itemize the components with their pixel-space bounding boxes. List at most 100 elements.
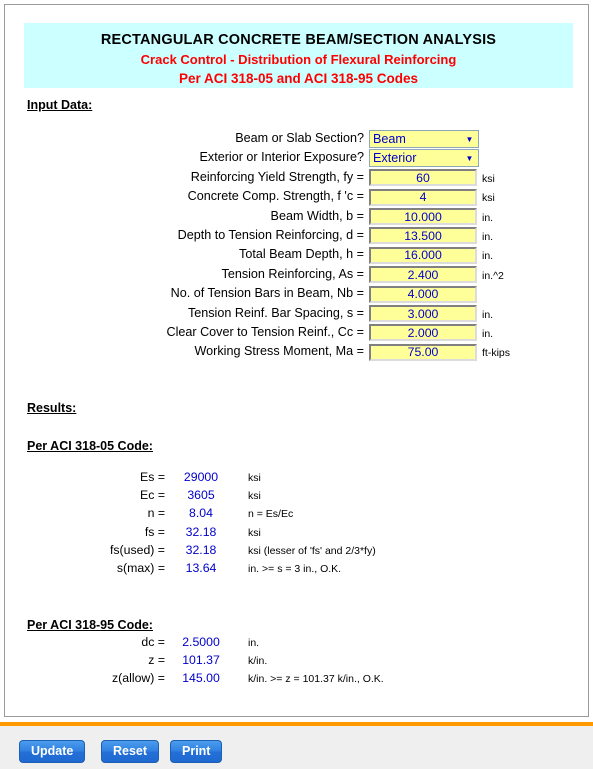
input-label: Working Stress Moment, Ma = — [194, 344, 365, 359]
input-field[interactable] — [369, 208, 477, 226]
result-label: fs = — [144, 524, 165, 539]
reset-button[interactable]: Reset — [101, 740, 160, 763]
result-row: z(allow) = 145.00 k/in. >= z = 101.37 k/in… — [5, 671, 588, 689]
result-row: dc = 2.5000 in. — [5, 635, 588, 653]
select-value: Beam — [373, 132, 406, 146]
input-field[interactable] — [369, 188, 477, 206]
input-label: Tension Reinforcing, As = — [221, 266, 364, 281]
input-field-wrapper — [369, 227, 477, 245]
select-exposure-type[interactable]: Exterior ▼ — [369, 149, 479, 168]
input-row: Beam Width, b = in. — [5, 208, 588, 227]
result-label: fs(used) = — [109, 542, 165, 557]
input-label: Beam Width, b = — [270, 208, 364, 223]
input-field[interactable] — [369, 227, 477, 245]
input-field-wrapper — [369, 188, 477, 206]
result-value: 29000 — [183, 470, 219, 484]
result-value: 13.64 — [185, 560, 217, 575]
input-label: Reinforcing Yield Strength, fy = — [190, 169, 364, 184]
input-data-heading: Input Data: — [27, 98, 93, 112]
aci-318-05-heading: Per ACI 318-05 Code: — [27, 439, 153, 453]
input-row: Reinforcing Yield Strength, fy = ksi — [5, 169, 588, 188]
result-label: z(allow) = — [112, 671, 165, 686]
result-note: ksi — [248, 472, 261, 484]
result-note: ksi — [248, 490, 261, 503]
result-label: z = — [148, 653, 165, 668]
unit-label: in. — [482, 230, 494, 243]
input-field[interactable] — [369, 169, 477, 187]
input-row: Tension Reinf. Bar Spacing, s = in. — [5, 305, 588, 324]
unit-label: in. — [482, 308, 494, 321]
result-value: 101.37 — [182, 653, 220, 668]
result-label: dc = — [141, 635, 165, 649]
input-label: Depth to Tension Reinforcing, d = — [177, 227, 364, 242]
result-label: Ec = — [140, 488, 165, 503]
select-section-type[interactable]: Beam ▼ — [369, 130, 479, 148]
input-field-wrapper — [369, 246, 477, 264]
result-value: 145.00 — [182, 671, 220, 686]
select-value: Exterior — [373, 151, 417, 166]
input-row: Beam or Slab Section? Beam ▼ — [5, 130, 588, 149]
update-button[interactable]: Update — [19, 740, 86, 763]
result-note: ksi (lesser of 'fs' and 2/3*fy) — [248, 544, 376, 557]
aci-318-95-heading: Per ACI 318-95 Code: — [27, 618, 153, 632]
unit-label: ksi — [482, 192, 495, 205]
result-row: Ec = 3605 ksi — [5, 488, 588, 506]
result-row: s(max) = 13.64 in. >= s = 3 in., O.K. — [5, 560, 588, 579]
result-note: k/in. — [248, 655, 268, 668]
result-note: k/in. >= z = 101.37 k/in., O.K. — [248, 673, 384, 686]
input-label: Clear Cover to Tension Reinf., Cc = — [166, 324, 364, 339]
chevron-down-icon: ▼ — [463, 133, 476, 146]
input-field-wrapper — [369, 169, 477, 187]
unit-label: ksi — [482, 172, 495, 185]
input-field-wrapper: Beam ▼ — [369, 130, 479, 148]
result-row: fs(used) = 32.18 ksi (lesser of 'fs' and 2… — [5, 542, 588, 561]
result-value: 8.04 — [189, 506, 213, 521]
input-field[interactable] — [369, 305, 477, 323]
unit-label: in. — [482, 250, 494, 263]
footer-bar: Update Reset Print — [0, 726, 593, 769]
input-field[interactable] — [369, 324, 477, 342]
result-row: Es = 29000 ksi — [5, 470, 588, 488]
input-field-wrapper — [369, 324, 477, 342]
input-label: Concrete Comp. Strength, f 'c = — [187, 189, 364, 204]
result-row: z = 101.37 k/in. — [5, 653, 588, 671]
unit-label: in. — [482, 327, 494, 340]
print-button[interactable]: Print — [170, 740, 223, 763]
result-label: Es = — [140, 470, 165, 484]
input-row: Tension Reinforcing, As = in.^2 — [5, 266, 588, 285]
input-row: Exterior or Interior Exposure? Exterior ▼ — [5, 149, 588, 168]
title-line-1: RECTANGULAR CONCRETE BEAM/SECTION ANALYS… — [100, 32, 497, 48]
content-frame: RECTANGULAR CONCRETE BEAM/SECTION ANALYS… — [4, 4, 589, 717]
result-value: 32.18 — [185, 524, 217, 539]
unit-label: ft-kips — [482, 347, 511, 360]
result-note: n = Es/Ec — [248, 508, 294, 521]
input-label: Exterior or Interior Exposure? — [199, 150, 365, 165]
input-row: No. of Tension Bars in Beam, Nb = — [5, 285, 588, 304]
input-field-wrapper — [369, 285, 477, 303]
input-field-wrapper — [369, 343, 477, 361]
input-label: No. of Tension Bars in Beam, Nb = — [170, 286, 364, 301]
input-field[interactable] — [369, 285, 477, 303]
unit-label: in.^2 — [482, 269, 504, 282]
input-row: Depth to Tension Reinforcing, d = in. — [5, 227, 588, 246]
result-note: in. — [248, 637, 260, 649]
input-field-wrapper — [369, 266, 477, 284]
input-row: Total Beam Depth, h = in. — [5, 246, 588, 265]
result-note: in. >= s = 3 in., O.K. — [248, 562, 342, 575]
aci-318-95-results: dc = 2.5000 in. z = 101.37 k/in. z(allow) = 145… — [5, 635, 588, 690]
input-field[interactable] — [369, 343, 477, 361]
input-field[interactable] — [369, 266, 477, 284]
input-field-wrapper — [369, 208, 477, 226]
title-line-2: Crack Control - Distribution of Flexural… — [140, 52, 457, 67]
result-value: 3605 — [187, 488, 215, 503]
result-label: n = — [147, 506, 165, 521]
results-heading: Results: — [27, 401, 77, 415]
input-label: Beam or Slab Section? — [235, 131, 364, 145]
input-row: Concrete Comp. Strength, f 'c = ksi — [5, 188, 588, 207]
page-root: RECTANGULAR CONCRETE BEAM/SECTION ANALYS… — [0, 0, 593, 769]
input-field[interactable] — [369, 246, 477, 264]
result-value: 32.18 — [185, 542, 217, 557]
result-note: ksi — [248, 526, 261, 539]
result-label: s(max) = — [116, 560, 165, 575]
unit-label: in. — [482, 211, 494, 224]
